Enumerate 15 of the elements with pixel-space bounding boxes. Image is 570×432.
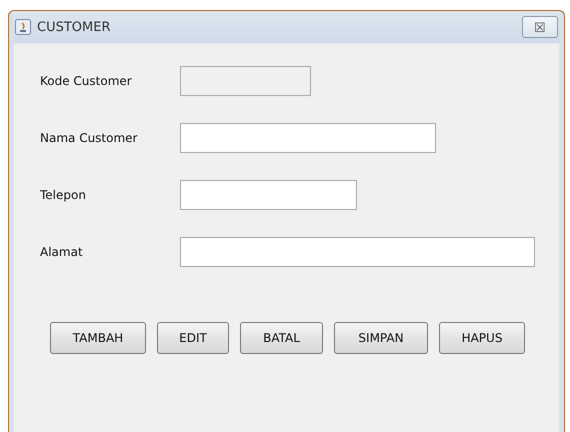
action-button[interactable]: EDIT	[157, 322, 229, 354]
app-icon	[15, 19, 31, 35]
input-field[interactable]	[180, 180, 357, 210]
action-button[interactable]: HAPUS	[439, 322, 525, 354]
action-button[interactable]: SIMPAN	[334, 322, 428, 354]
input-field[interactable]	[180, 237, 535, 267]
field-label: Telepon	[40, 188, 87, 202]
action-button[interactable]: TAMBAH	[50, 322, 146, 354]
close-button[interactable]: ☒	[522, 16, 558, 38]
action-button[interactable]: BATAL	[240, 322, 323, 354]
field-label: Nama Customer	[40, 131, 138, 145]
window-title: CUSTOMER	[37, 20, 110, 34]
input-field[interactable]	[180, 123, 436, 153]
field-label: Kode Customer	[40, 74, 133, 88]
field-label: Alamat	[40, 245, 84, 259]
